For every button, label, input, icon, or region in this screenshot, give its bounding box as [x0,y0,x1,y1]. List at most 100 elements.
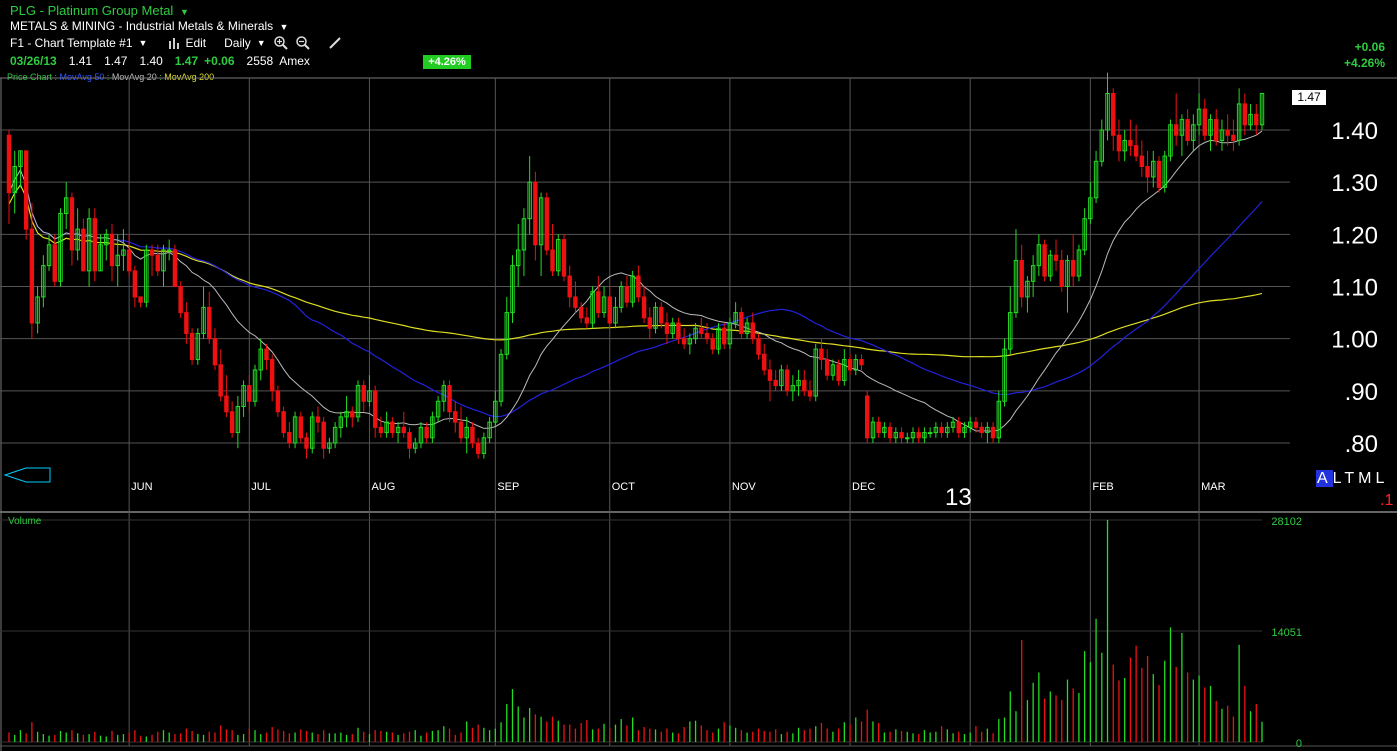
candle-body [407,432,412,449]
candle-body [550,249,555,272]
candle-body [859,359,864,366]
ma20-line [8,130,1263,432]
candle-body [453,411,458,423]
candle-body [973,421,979,428]
candle-body [750,322,756,340]
candle-body [372,390,378,428]
candle-body [659,306,664,324]
candle-body [573,296,578,308]
candle-body [401,426,406,434]
candle-body [836,364,841,381]
candle-body [1156,160,1162,188]
candle-body [447,385,452,413]
timeframe-selector[interactable]: ALTML [1316,470,1388,488]
candle-body [802,379,807,392]
candle-body [1173,124,1179,136]
scroll-marker-icon [3,467,51,483]
month-label: NOV [732,481,757,493]
price-tick-label: 1.40 [1331,118,1378,145]
candle-body [390,421,395,434]
candle-body [475,442,481,454]
candle-body [275,390,281,413]
candle-body [69,197,75,251]
candle-body [567,275,572,298]
candle-body [470,426,475,444]
candle-body [681,338,687,345]
candle-body [247,385,252,402]
volume-tick-label: 0 [1296,738,1302,750]
candle-body [624,286,630,303]
timeframe-rest[interactable]: LTML [1333,470,1389,487]
candle-body [664,322,670,334]
candle-body [321,421,326,449]
candle-body [207,306,212,340]
month-label: MAR [1201,481,1226,493]
candle-body [1185,119,1190,141]
candle-body [424,426,429,439]
month-label: OCT [612,481,636,493]
candle-body [1145,166,1150,178]
candle-body [1070,259,1076,277]
volume-tick-label: 14051 [1271,627,1302,639]
candle-body [172,249,178,288]
candle-body [1254,113,1259,126]
month-label: JUN [131,481,152,493]
candle-body [298,416,304,439]
candle-body [1059,259,1064,287]
candle-body [676,322,681,340]
candle-body [1019,259,1024,298]
candle-body [704,332,710,340]
candle-body [1214,119,1219,141]
candle-body [29,228,35,324]
candle-body [533,181,538,246]
candle-body [756,338,761,355]
candle-body [899,432,904,439]
candle-body [1116,134,1122,152]
candle-body [710,338,715,350]
candle-body [636,275,641,298]
volume-tick-label: 28102 [1271,516,1302,528]
last-price-tag: 1.47 [1292,90,1326,105]
candle-body [584,317,590,324]
candle-body [865,395,870,439]
price-tick-label: .90 [1345,379,1378,406]
candle-body [178,286,183,314]
candle-body [819,348,824,361]
price-tick-label: .80 [1345,431,1378,458]
candle-body [92,218,98,272]
ma50-line [8,168,1263,418]
month-label: SEP [497,481,519,493]
candle-body [166,249,172,252]
price-volume-chart[interactable]: 1.40 1.30 1.20 1.10 1.00 .90 .80 JUN JUL AUG SEP OC… [0,0,1397,751]
candle-body [1053,254,1059,261]
candle-body [596,291,601,314]
candle-body [109,233,115,267]
candle-body [876,421,881,434]
candle-body [824,359,830,376]
month-label: FEB [1092,481,1113,493]
candle-body [212,338,218,366]
candle-body [126,249,132,272]
timeframe-a[interactable]: A [1316,470,1333,487]
candle-body [927,432,933,435]
candle-body [1225,129,1230,136]
price-tick-label: 1.20 [1331,222,1378,249]
candle-body [184,312,189,334]
candle-body [721,327,727,345]
candle-body [739,312,744,334]
candle-body [1133,145,1139,157]
candle-body [1111,92,1116,136]
price-tick-label: 1.00 [1331,327,1378,354]
candle-body [699,327,704,334]
candle-body [281,411,286,434]
price-tick-label: 1.30 [1331,170,1378,197]
red-indicator-label: .1 [1380,492,1394,509]
candle-body [990,426,996,439]
candle-body [578,306,584,319]
candle-body [905,437,910,440]
candle-body [641,296,647,319]
candle-body [304,437,309,449]
candle-body [149,249,155,256]
candle-body [229,411,235,434]
candle-body [939,426,944,434]
